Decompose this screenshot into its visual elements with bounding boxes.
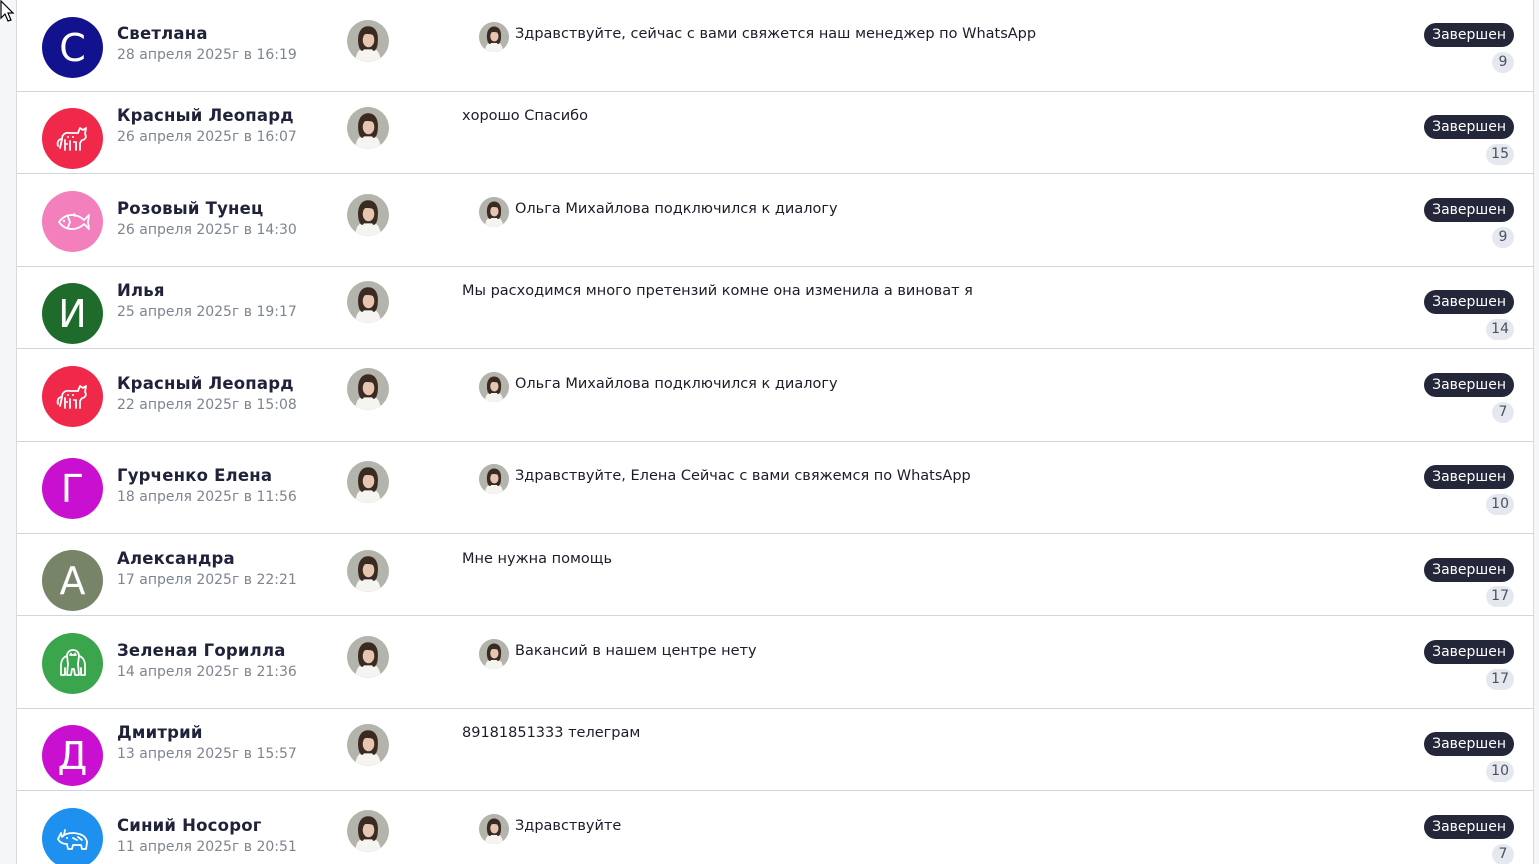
contact-name: Синий Носорог <box>117 816 262 835</box>
avatar-gorilla-icon <box>42 633 103 694</box>
avatar-letter: А <box>59 558 86 603</box>
operator-avatar <box>347 724 389 766</box>
message-operator-avatar <box>479 372 509 402</box>
conversation-row[interactable]: А Александра 17 апреля 2025г в 22:21 Мне ну… <box>17 533 1533 616</box>
avatar-letter: Г <box>60 466 85 511</box>
message-count-badge: 9 <box>1492 227 1514 248</box>
last-message: Ольга Михайлова подключился к диалогу <box>515 376 838 392</box>
status-badge: Завершен <box>1424 198 1514 222</box>
gorilla-icon <box>59 648 86 676</box>
avatar: Г <box>42 458 103 519</box>
avatar-letter: Д <box>57 733 88 778</box>
operator-avatar <box>347 281 389 323</box>
conversation-date: 26 апреля 2025г в 14:30 <box>117 222 297 238</box>
last-message: Вакансий в нашем центре нету <box>515 643 757 659</box>
message-count-badge: 17 <box>1486 669 1514 690</box>
message-operator-avatar <box>479 639 509 669</box>
message-operator-avatar <box>479 22 509 52</box>
last-message: хорошо Спасибо <box>462 108 588 124</box>
avatar-letter: С <box>59 25 86 70</box>
conversation-row[interactable]: И Илья 25 апреля 2025г в 19:17 Мы расходимс… <box>17 266 1533 349</box>
avatar-letter: И <box>58 291 87 336</box>
status-badge: Завершен <box>1424 640 1514 664</box>
tuna-icon <box>57 212 90 230</box>
conversation-row[interactable]: Д Дмитрий 13 апреля 2025г в 15:57 891818513… <box>17 708 1533 791</box>
operator-avatar <box>347 194 389 236</box>
avatar-tuna-icon <box>42 191 103 252</box>
conversation-date: 18 апреля 2025г в 11:56 <box>117 489 297 505</box>
status-badge: Завершен <box>1424 290 1514 314</box>
conversation-row[interactable]: Красный Леопард 26 апреля 2025г в 16:07 хо… <box>17 91 1533 174</box>
contact-name: Гурченко Елена <box>117 466 273 485</box>
conversation-row[interactable]: Красный Леопард 22 апреля 2025г в 15:08 Ол… <box>17 348 1533 442</box>
conversation-row[interactable]: Синий Носорог 11 апреля 2025г в 20:51 Здра… <box>17 790 1533 864</box>
message-count-badge: 17 <box>1486 586 1514 607</box>
mouse-cursor-icon <box>0 0 15 22</box>
message-operator-avatar <box>479 464 509 494</box>
conversation-date: 26 апреля 2025г в 16:07 <box>117 129 297 145</box>
last-message: Здравствуйте, сейчас с вами свяжется наш… <box>515 26 1037 42</box>
contact-name: Красный Леопард <box>117 374 294 393</box>
status-badge: Завершен <box>1424 23 1514 47</box>
conversation-date: 28 апреля 2025г в 16:19 <box>117 47 297 63</box>
status-badge: Завершен <box>1424 815 1514 839</box>
avatar-rhino-icon <box>42 808 103 864</box>
conversation-row[interactable]: Г Гурченко Елена 18 апреля 2025г в 11:56 Зд… <box>17 441 1533 534</box>
conversation-row[interactable]: С Светлана 28 апреля 2025г в 16:19 Здравств… <box>17 0 1533 92</box>
message-count-badge: 15 <box>1486 144 1514 165</box>
contact-name: Зеленая Горилла <box>117 641 286 660</box>
message-operator-avatar <box>479 197 509 227</box>
last-message: 89181851333 телеграм <box>462 725 641 741</box>
avatar: И <box>42 283 103 344</box>
status-badge: Завершен <box>1424 373 1514 397</box>
avatar: Д <box>42 725 103 786</box>
conversation-date: 22 апреля 2025г в 15:08 <box>117 397 297 413</box>
message-count-badge: 10 <box>1486 494 1514 515</box>
status-badge: Завершен <box>1424 115 1514 139</box>
conversation-row[interactable]: Розовый Тунец 26 апреля 2025г в 14:30 Ольг… <box>17 173 1533 267</box>
conversation-list: С Светлана 28 апреля 2025г в 16:19 Здравств… <box>16 0 1534 864</box>
contact-name: Илья <box>117 281 165 300</box>
last-message: Здравствуйте, Елена Сейчас с вами свяжем… <box>515 468 971 484</box>
leopard-icon <box>56 126 87 151</box>
avatar-leopard-icon <box>42 366 103 427</box>
operator-avatar <box>347 107 389 149</box>
status-badge: Завершен <box>1424 732 1514 756</box>
operator-avatar <box>347 20 389 62</box>
message-count-badge: 7 <box>1492 844 1514 864</box>
avatar: С <box>42 17 103 78</box>
message-count-badge: 10 <box>1486 761 1514 782</box>
conversation-date: 13 апреля 2025г в 15:57 <box>117 746 297 762</box>
contact-name: Красный Леопард <box>117 106 294 125</box>
status-badge: Завершен <box>1424 558 1514 582</box>
operator-avatar <box>347 550 389 592</box>
last-message: Здравствуйте <box>515 818 622 834</box>
message-operator-avatar <box>479 814 509 844</box>
last-message: Мы расходимся много претензий комне она … <box>462 283 973 299</box>
message-count-badge: 7 <box>1492 402 1514 423</box>
avatar-leopard-icon <box>42 108 103 169</box>
last-message: Мне нужна помощь <box>462 551 612 567</box>
contact-name: Розовый Тунец <box>117 199 264 218</box>
conversation-date: 14 апреля 2025г в 21:36 <box>117 664 297 680</box>
message-count-badge: 14 <box>1486 319 1514 340</box>
operator-avatar <box>347 461 389 503</box>
chat-history-page: С Светлана 28 апреля 2025г в 16:19 Здравств… <box>0 0 1539 864</box>
operator-avatar <box>347 368 389 410</box>
contact-name: Дмитрий <box>117 723 203 742</box>
contact-name: Александра <box>117 549 235 568</box>
last-message: Ольга Михайлова подключился к диалогу <box>515 201 838 217</box>
contact-name: Светлана <box>117 24 208 43</box>
conversation-date: 17 апреля 2025г в 22:21 <box>117 572 297 588</box>
conversation-row[interactable]: Зеленая Горилла 14 апреля 2025г в 21:36 Ва… <box>17 615 1533 709</box>
leopard-icon <box>56 384 87 409</box>
conversation-date: 25 апреля 2025г в 19:17 <box>117 304 297 320</box>
avatar: А <box>42 550 103 611</box>
message-count-badge: 9 <box>1492 52 1514 73</box>
rhino-icon <box>56 828 88 850</box>
operator-avatar <box>347 810 389 852</box>
conversation-date: 11 апреля 2025г в 20:51 <box>117 839 297 855</box>
status-badge: Завершен <box>1424 465 1514 489</box>
operator-avatar <box>347 636 389 678</box>
